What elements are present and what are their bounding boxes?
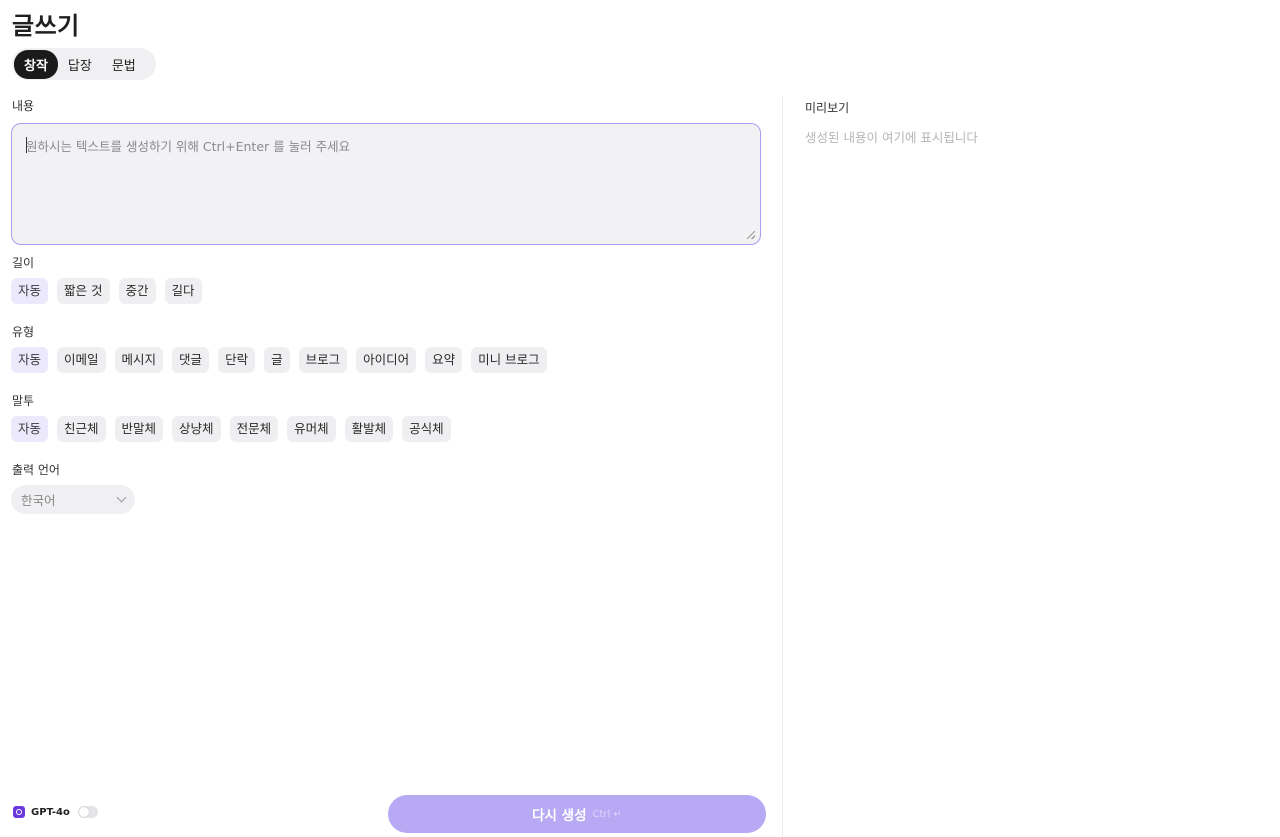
regenerate-button[interactable]: 다시 생성 Ctrl ↵ [388,795,766,833]
tone-options: 자동 친근체 반말체 상냥체 전문체 유머체 활발체 공식체 [11,416,451,442]
type-label: 유형 [12,325,35,339]
length-option-long[interactable]: 길다 [164,278,202,304]
type-option-summary[interactable]: 요약 [425,347,463,373]
output-language-label: 출력 언어 [12,463,60,477]
shortcut-hint: Ctrl ↵ [592,808,622,820]
tone-option-kind[interactable]: 상냥체 [172,416,221,442]
tone-option-friendly[interactable]: 친근체 [57,416,106,442]
type-option-message[interactable]: 메시지 [114,347,164,373]
output-language-select[interactable]: 한국어 [11,485,135,514]
length-option-short[interactable]: 짧은 것 [57,278,110,304]
tone-label: 말투 [12,394,35,408]
tab-reply[interactable]: 답장 [58,50,102,79]
model-icon [13,806,25,818]
tone-option-lively[interactable]: 활발체 [344,416,394,442]
tab-create[interactable]: 창작 [14,49,58,79]
content-input-wrapper [11,123,761,245]
type-options: 자동 이메일 메시지 댓글 단락 글 브로그 아이디어 요약 미니 브로그 [11,347,547,373]
mode-tabs: 창작 답장 문법 [12,48,156,80]
panel-divider [782,96,783,837]
model-name: GPT-4o [31,806,70,818]
tone-option-formal[interactable]: 공식체 [402,416,451,442]
model-toggle[interactable] [77,806,98,818]
type-option-comment[interactable]: 댓글 [172,347,210,373]
tone-option-casual[interactable]: 반말체 [114,416,164,442]
chevron-down-icon [116,492,127,503]
tone-option-professional[interactable]: 전문체 [229,416,279,442]
length-option-auto[interactable]: 자동 [11,278,49,304]
type-option-blog[interactable]: 브로그 [298,347,348,373]
resize-handle-icon[interactable] [747,231,755,239]
type-option-paragraph[interactable]: 단락 [218,347,256,373]
output-language-value: 한국어 [21,493,56,508]
preview-title: 미리보기 [805,101,850,115]
preview-placeholder: 생성된 내용이 여기에 표시됩니다 [805,130,978,145]
tone-option-humorous[interactable]: 유머체 [287,416,336,442]
type-option-auto[interactable]: 자동 [11,347,49,373]
length-option-medium[interactable]: 중간 [118,278,156,304]
content-label: 내용 [12,99,35,113]
page-title: 글쓰기 [12,12,80,40]
type-option-idea[interactable]: 아이디어 [356,347,417,373]
type-option-article[interactable]: 글 [264,347,290,373]
tone-option-auto[interactable]: 자동 [11,416,49,442]
length-label: 길이 [12,256,35,270]
tab-grammar[interactable]: 문법 [102,50,146,79]
length-options: 자동 짧은 것 중간 길다 [11,278,202,304]
regenerate-label: 다시 생성 [532,808,587,824]
type-option-mini-blog[interactable]: 미니 브로그 [471,347,547,373]
text-caret [26,137,27,153]
type-option-email[interactable]: 이메일 [57,347,106,373]
content-input[interactable] [12,124,760,244]
model-selector[interactable]: GPT-4o [13,806,98,818]
